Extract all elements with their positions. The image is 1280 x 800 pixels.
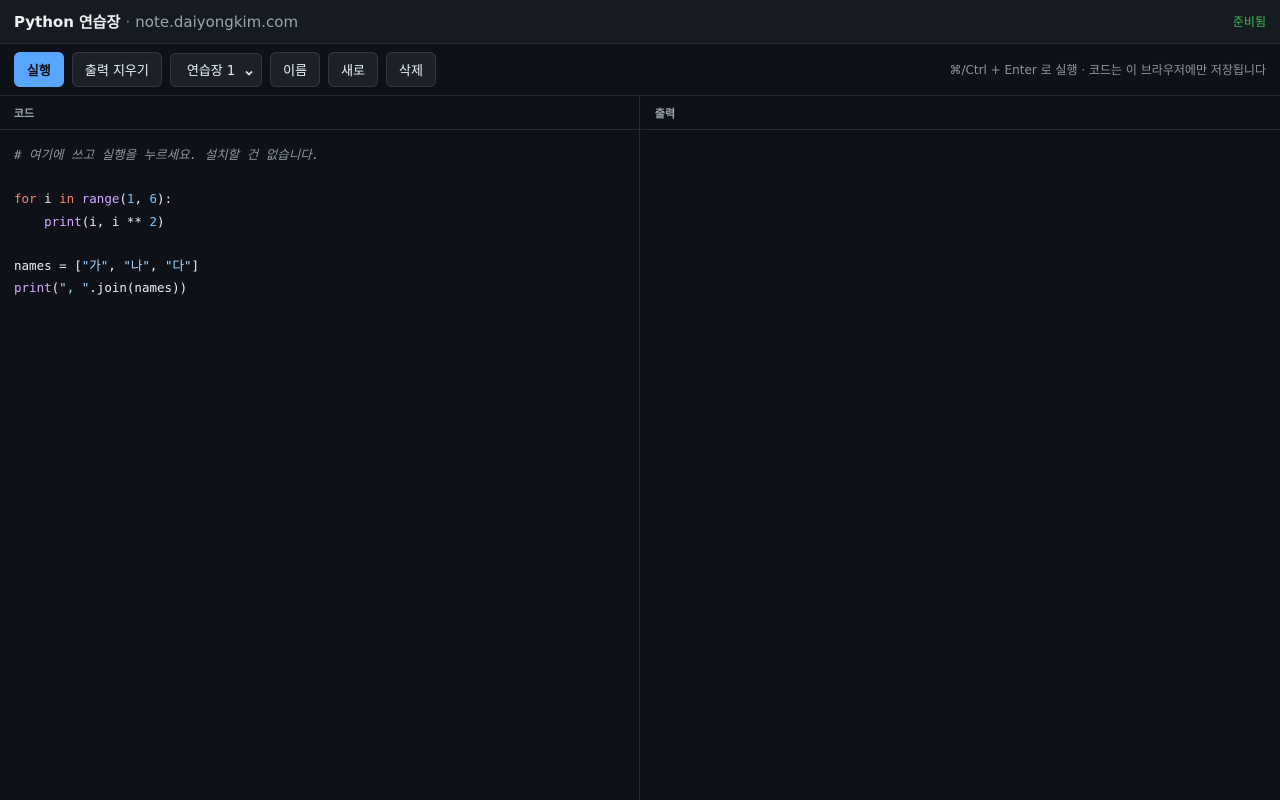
code-line: print(i, i ** 2) — [14, 211, 625, 233]
code-token: ] — [191, 257, 200, 273]
title-separator: · — [125, 13, 131, 31]
brand: Python 연습장 · note.daiyongkim.com — [14, 11, 298, 32]
code-token: , — [149, 257, 165, 273]
notebook-select[interactable]: 연습장 1 — [169, 52, 263, 87]
code-token: , — [108, 257, 124, 273]
code-token: , — [134, 191, 150, 207]
code-pane: 코드 # 여기에 쓰고 실행을 누르세요. 설치할 건 없습니다. for i i… — [0, 96, 640, 800]
code-token: "가" — [81, 257, 109, 273]
code-token: names = [ — [14, 257, 82, 273]
code-token: ( — [119, 191, 127, 207]
code-line: # 여기에 쓰고 실행을 누르세요. 설치할 건 없습니다. — [14, 144, 625, 166]
code-token: # 여기에 쓰고 실행을 누르세요. 설치할 건 없습니다. — [14, 147, 320, 162]
delete-button[interactable]: 삭제 — [386, 52, 436, 87]
code-token: (i, i ** — [81, 213, 150, 229]
app-title: Python 연습장 — [14, 13, 121, 31]
code-token: range — [81, 191, 120, 207]
site-domain: note.daiyongkim.com — [135, 13, 299, 31]
keyboard-hint: ⌘/Ctrl + Enter 로 실행 · 코드는 이 브라우저에만 저장됩니다 — [949, 63, 1266, 77]
code-line: print(", ".join(names)) — [14, 277, 625, 299]
output-pane-header: 출력 — [641, 96, 1280, 130]
chevron-down-icon — [245, 66, 253, 76]
code-token: .join(names)) — [89, 280, 188, 296]
code-token: ", " — [59, 280, 90, 296]
top-bar: Python 연습장 · note.daiyongkim.com 준비됨 — [0, 0, 1280, 44]
new-button[interactable]: 새로 — [328, 52, 378, 87]
status-indicator: 준비됨 — [1232, 15, 1266, 29]
code-token: print — [14, 280, 52, 296]
clear-output-button[interactable]: 출력 지우기 — [71, 52, 162, 87]
run-button[interactable]: 실행 — [14, 52, 64, 87]
rename-button[interactable]: 이름 — [270, 52, 321, 87]
code-line: for i in range(1, 6): — [14, 188, 625, 210]
notebook-select-value: 연습장 1 — [186, 64, 236, 79]
code-token: ) — [157, 213, 165, 229]
code-token: i — [36, 191, 60, 207]
code-token: "나" — [123, 257, 150, 273]
code-editor[interactable]: # 여기에 쓰고 실행을 누르세요. 설치할 건 없습니다. for i in r… — [0, 130, 639, 313]
code-token: 6 — [149, 191, 158, 207]
code-token: ): — [157, 191, 173, 207]
output-area — [641, 130, 1280, 158]
toolbar: 실행 출력 지우기 연습장 1 이름 새로 삭제 ⌘/Ctrl + Enter … — [0, 44, 1280, 96]
code-token: print — [44, 213, 82, 229]
output-pane: 출력 — [641, 96, 1280, 800]
code-token: for — [14, 191, 37, 207]
code-line: names = ["가", "나", "다"] — [14, 255, 625, 277]
code-token: in — [59, 191, 75, 207]
code-token: "다" — [164, 257, 192, 273]
code-pane-header: 코드 — [0, 96, 639, 130]
code-token: 2 — [149, 213, 158, 229]
